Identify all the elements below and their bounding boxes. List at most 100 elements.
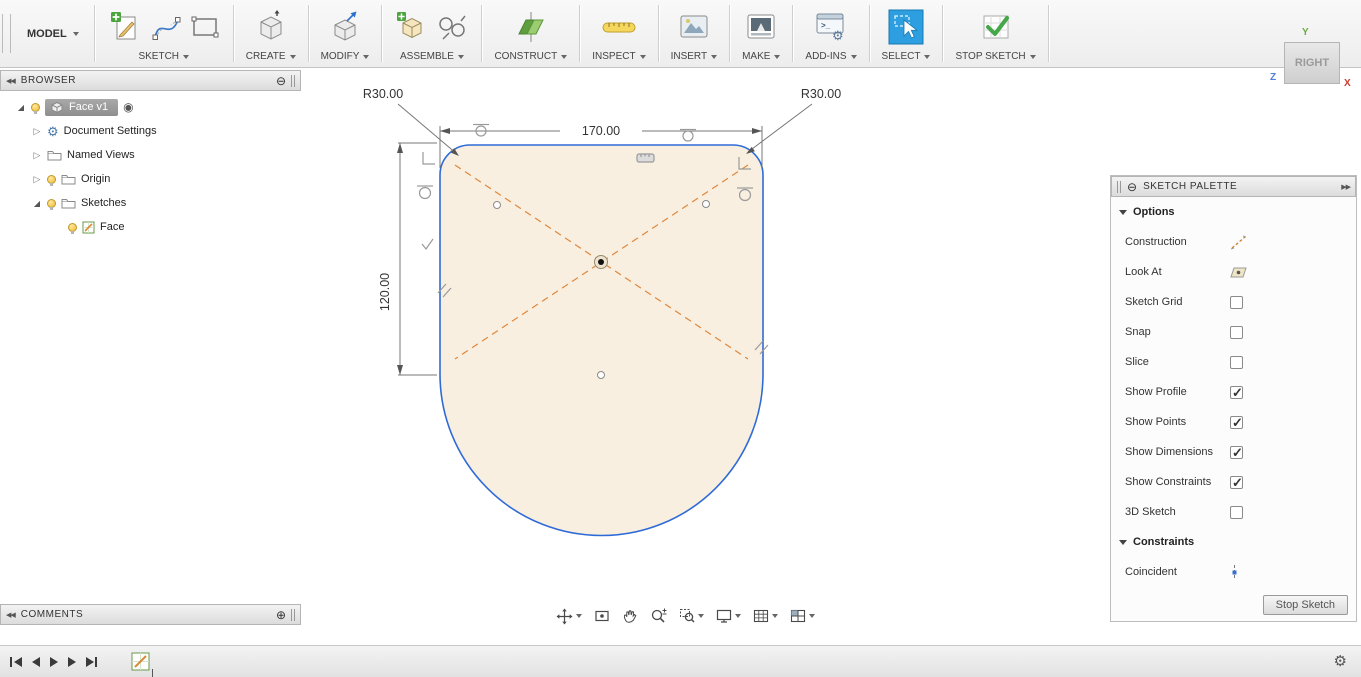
center-point[interactable] [594,255,608,269]
look-at-button[interactable] [594,608,610,624]
zoom-window-button[interactable] [679,608,704,624]
scripts-addins-icon[interactable]: >_ ⚙ [813,9,849,45]
toolbar-separator [481,5,483,62]
timeline-gear-icon[interactable]: ⚙ [1334,654,1347,669]
collapse-toggle-icon[interactable]: ◢ [32,199,42,208]
timeline-play-button[interactable] [49,656,58,667]
3d-sketch-checkbox[interactable] [1230,505,1243,519]
expand-toggle-icon[interactable]: ▷ [32,150,42,161]
stop-sketch-button[interactable]: Stop Sketch [1262,595,1348,615]
palette-section-options[interactable]: Options [1111,197,1356,227]
construction-icon[interactable] [1230,235,1247,250]
dimension-width-text[interactable]: 170.00 [582,124,620,138]
panel-drag-grip[interactable] [1117,180,1121,193]
toolbar-group-label: ADD-INS [805,51,847,62]
visibility-bulb-icon[interactable] [47,198,56,210]
pan-hand-button[interactable] [622,608,638,624]
tree-row-face-sketch: Face [4,215,301,239]
toolbar-menu-addins[interactable]: ADD-INS [805,51,857,62]
toolbar-menu-sketch[interactable]: SKETCH [138,51,190,62]
palette-title: SKETCH PALETTE [1143,181,1238,192]
insert-image-icon[interactable] [676,9,712,45]
snap-checkbox[interactable] [1230,325,1243,339]
dimension-radius-right[interactable] [746,103,813,154]
construction-plane-icon[interactable] [513,9,549,45]
toolbar-menu-modify[interactable]: MODIFY [321,51,370,62]
expand-toggle-icon[interactable]: ▷ [32,126,42,137]
tree-item-label[interactable]: Face [100,221,124,233]
pin-panel-icon[interactable]: ▶▶ [1341,183,1351,191]
stop-sketch-icon[interactable] [976,9,1016,45]
visibility-bulb-icon[interactable] [68,222,77,234]
zoom-button[interactable] [650,608,667,624]
activate-component-radio-icon[interactable]: ◉ [123,100,133,114]
palette-section-constraints[interactable]: Constraints [1111,527,1356,557]
timeline-step-back-button[interactable] [31,656,40,667]
expand-panel-icon[interactable]: ⊕ [276,609,286,621]
timeline-skip-end-button[interactable] [85,656,97,667]
create-body-icon[interactable] [253,9,289,45]
spline-tool-icon[interactable] [150,9,182,45]
tree-item-label[interactable]: Document Settings [64,125,157,137]
toolbar-menu-make[interactable]: MAKE [742,51,781,62]
dimension-radius-right-text[interactable]: R30.00 [801,87,841,101]
panel-resize-grip[interactable] [291,608,295,621]
panel-resize-grip[interactable] [291,74,295,87]
minimize-panel-icon[interactable]: ⊖ [276,75,286,87]
workspace-selector[interactable]: MODEL [13,0,93,67]
select-cursor-icon[interactable] [888,9,924,45]
folder-icon [61,199,76,209]
tree-item-label[interactable]: Sketches [81,197,126,209]
pan-button[interactable] [556,608,582,625]
minimize-panel-icon[interactable]: ⊖ [1127,181,1137,193]
create-sketch-icon[interactable] [107,9,143,45]
toolbar-grip[interactable] [2,14,11,53]
timeline-skip-start-button[interactable] [10,656,22,667]
3d-print-icon[interactable] [743,9,779,45]
viewports-button[interactable] [790,608,815,624]
show-profile-checkbox[interactable] [1230,385,1243,401]
sketch-grid-checkbox[interactable] [1230,295,1243,309]
toolbar-menu-assemble[interactable]: ASSEMBLE [400,51,464,62]
collapse-toggle-icon[interactable]: ◢ [16,103,26,112]
press-pull-icon[interactable] [327,9,363,45]
expand-toggle-icon[interactable]: ▷ [32,174,42,185]
coincident-constraint-icon[interactable] [1230,564,1239,581]
new-component-icon[interactable] [394,9,428,45]
show-constraints-checkbox[interactable] [1230,475,1243,491]
collapse-panel-icon[interactable]: ◀◀ [6,77,16,85]
visibility-bulb-icon[interactable] [47,174,56,186]
tree-row-origin: ▷ Origin [4,167,301,191]
rectangle-tool-icon[interactable] [189,9,221,45]
timeline-step-forward-button[interactable] [67,656,76,667]
tree-item-label[interactable]: Origin [81,173,110,185]
dimension-height-text[interactable]: 120.00 [378,273,392,311]
sketch-profile[interactable] [439,144,764,537]
dimension-radius-left-text[interactable]: R30.00 [363,87,403,101]
toolbar-menu-select[interactable]: SELECT [882,51,931,62]
collapse-panel-icon[interactable]: ◀◀ [6,611,16,619]
browser-root-item[interactable]: Face v1 [45,98,119,116]
display-settings-button[interactable] [716,608,741,624]
show-points-checkbox[interactable] [1230,415,1243,431]
toolbar-menu-create[interactable]: CREATE [246,51,296,62]
timeline-playback-controls [0,656,97,667]
viewcube-face-right[interactable]: RIGHT [1284,42,1340,84]
timeline-sketch-feature[interactable] [131,652,153,677]
joint-icon[interactable] [435,9,469,45]
toolbar-menu-stop-sketch[interactable]: STOP SKETCH [955,51,1036,62]
grid-snap-button[interactable] [753,608,778,624]
look-at-icon[interactable] [1230,266,1247,279]
slice-checkbox[interactable] [1230,355,1243,369]
toolbar-menu-construct[interactable]: CONSTRUCT [494,51,568,62]
measure-icon[interactable] [599,9,639,45]
toolbar-menu-insert[interactable]: INSERT [671,51,718,62]
option-label: Show Points [1125,416,1187,428]
toolbar-menu-inspect[interactable]: INSPECT [592,51,646,62]
viewcube[interactable]: Y RIGHT Z X [1268,26,1360,92]
tree-item-label[interactable]: Named Views [67,149,135,161]
show-dimensions-checkbox[interactable] [1230,445,1243,461]
visibility-bulb-icon[interactable] [31,102,40,114]
dimension-height[interactable] [397,142,437,376]
toolbar-separator [868,5,870,62]
